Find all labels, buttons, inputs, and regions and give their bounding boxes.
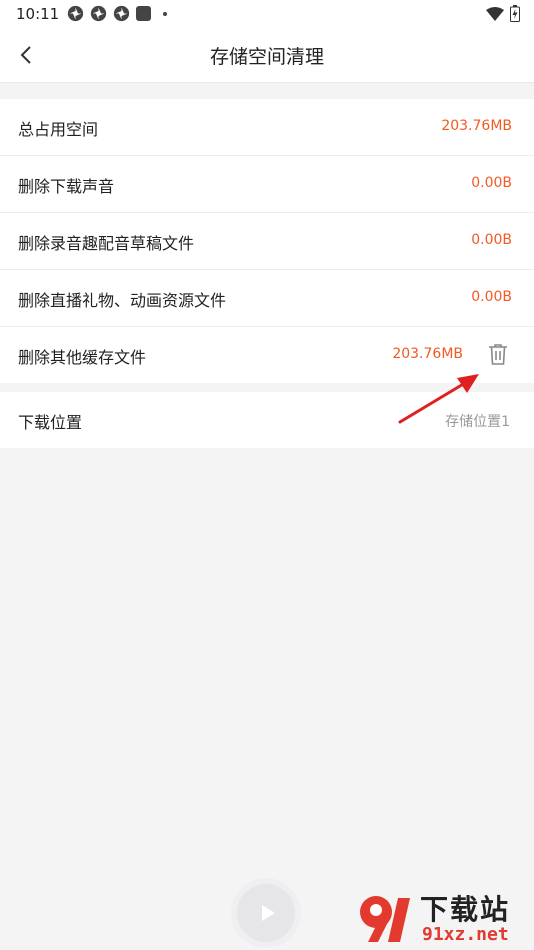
row-value: 0.00B (471, 175, 512, 191)
watermark-url: 91xz.net (422, 924, 509, 945)
watermark-title: 下载站 (420, 893, 511, 926)
system-icons (486, 5, 520, 22)
wifi-icon (486, 6, 504, 21)
list-item-delete-downloads[interactable]: 删除下载声音 0.00B (0, 156, 534, 213)
trash-icon[interactable] (488, 343, 508, 365)
row-label: 下载位置 (18, 413, 83, 432)
notification-icons (67, 5, 167, 22)
play-icon (262, 905, 275, 921)
pinwheel-icon (113, 5, 130, 22)
watermark: 下载站 91xz.net (358, 888, 528, 948)
row-label: 删除下载声音 (18, 177, 115, 196)
row-label: 删除录音趣配音草稿文件 (18, 234, 195, 253)
list-item-delete-dub-drafts[interactable]: 删除录音趣配音草稿文件 0.00B (0, 213, 534, 270)
storage-list: 总占用空间 203.76MB 删除下载声音 0.00B 删除录音趣配音草稿文件 … (0, 99, 534, 383)
row-label: 删除直播礼物、动画资源文件 (18, 291, 227, 310)
pinwheel-icon (67, 5, 84, 22)
annotation-arrow (398, 374, 479, 424)
page-title: 存储空间清理 (209, 46, 324, 68)
status-bar: 10:11 (0, 0, 534, 28)
row-label: 删除其他缓存文件 (18, 348, 147, 367)
row-label: 总占用空间 (18, 120, 99, 139)
nav-bar: 存储空间清理 (0, 28, 534, 83)
more-notifications-icon (163, 11, 167, 16)
row-value: 0.00B (471, 232, 512, 248)
list-item-delete-live-resources[interactable]: 删除直播礼物、动画资源文件 0.00B (0, 270, 534, 327)
list-item-total-space: 总占用空间 203.76MB (0, 99, 534, 156)
row-value: 203.76MB (392, 346, 463, 362)
app-notification-icon (136, 6, 151, 21)
status-time: 10:11 (16, 5, 60, 23)
battery-icon (510, 5, 520, 22)
row-value: 0.00B (471, 289, 512, 305)
pinwheel-icon (90, 5, 107, 22)
watermark-logo (360, 896, 410, 942)
row-value: 203.76MB (441, 118, 512, 134)
play-button[interactable] (237, 884, 295, 942)
